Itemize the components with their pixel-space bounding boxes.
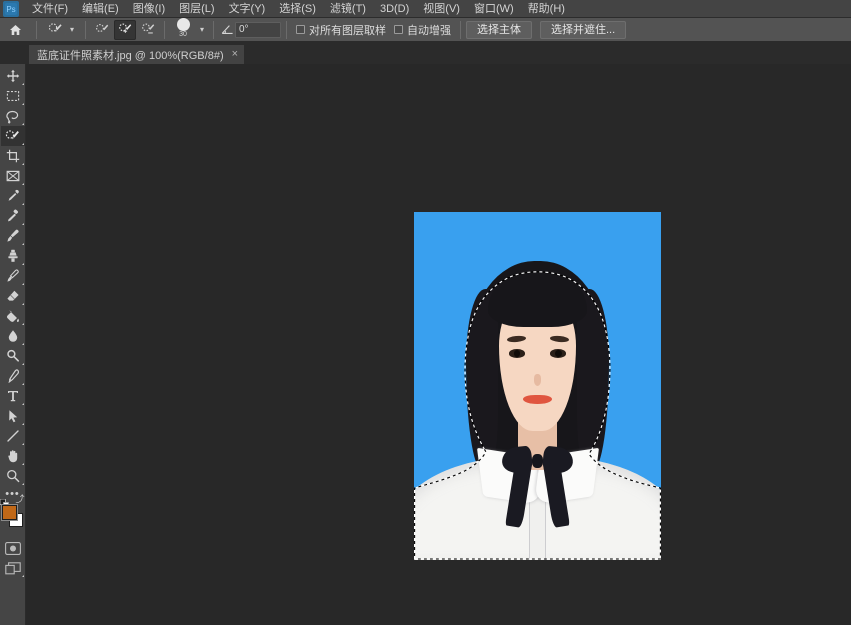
lasso-tool[interactable]	[1, 106, 25, 126]
horizontal-type-tool[interactable]	[1, 386, 25, 406]
menu-select[interactable]: 选择(S)	[272, 0, 323, 18]
menu-filter[interactable]: 滤镜(T)	[323, 0, 373, 18]
options-separator-5	[286, 20, 287, 39]
swap-colors-icon[interactable]: ⤴	[15, 495, 24, 504]
color-swatches: ⤴	[0, 495, 25, 530]
line-shape-tool[interactable]	[1, 426, 25, 446]
home-icon[interactable]	[2, 19, 28, 41]
menu-file[interactable]: 文件(F)	[25, 0, 75, 18]
select-subject-button[interactable]: 选择主体	[466, 20, 532, 39]
add-to-selection-mode-button[interactable]	[114, 19, 136, 40]
auto-enhance-label: 自动增强	[407, 24, 451, 37]
svg-text:Ps: Ps	[6, 5, 15, 14]
angle-icon	[219, 20, 235, 40]
screen-mode-button[interactable]	[1, 558, 25, 578]
document-image[interactable]	[414, 212, 661, 560]
menu-type[interactable]: 文字(Y)	[222, 0, 273, 18]
menu-help[interactable]: 帮助(H)	[521, 0, 572, 18]
options-bar: ▾ 30 ▾ 0° 对所有图层取样 自动增强 选择主体 选择并遮住...	[0, 17, 851, 42]
brush-size-value: 30	[179, 30, 187, 38]
clone-stamp-tool[interactable]	[1, 246, 25, 266]
eraser-tool[interactable]	[1, 286, 25, 306]
dodge-tool[interactable]	[1, 346, 25, 366]
options-separator-2	[85, 20, 86, 39]
menu-window[interactable]: 窗口(W)	[467, 0, 521, 18]
sample-all-layers-checkbox-row[interactable]: 对所有图层取样	[296, 22, 386, 38]
move-tool[interactable]	[1, 66, 25, 86]
brush-angle-input[interactable]: 0°	[235, 21, 281, 38]
quick-mask-mode-button[interactable]	[1, 538, 25, 558]
menu-layer[interactable]: 图层(L)	[172, 0, 221, 18]
brush-size-preview[interactable]: 30	[170, 17, 196, 42]
menu-edit[interactable]: 编辑(E)	[75, 0, 126, 18]
options-separator-3	[164, 20, 165, 39]
frame-tool[interactable]	[1, 166, 25, 186]
menu-image[interactable]: 图像(I)	[126, 0, 172, 18]
document-tab[interactable]: 蓝底证件照素材.jpg @ 100%(RGB/8#) ×	[28, 44, 246, 64]
pen-tool[interactable]	[1, 366, 25, 386]
auto-enhance-checkbox-row[interactable]: 自动增强	[394, 22, 451, 38]
tool-submenu-marker	[21, 83, 24, 85]
menu-view[interactable]: 视图(V)	[416, 0, 467, 18]
subject-pupil-right	[555, 350, 562, 358]
bow-tail-right	[543, 461, 571, 528]
sample-all-layers-label: 对所有图层取样	[309, 24, 386, 37]
document-tab-bar: 蓝底证件照素材.jpg @ 100%(RGB/8#) ×	[0, 42, 851, 64]
bow-knot	[531, 453, 544, 468]
canvas-area[interactable]	[26, 64, 851, 625]
options-separator-4	[213, 20, 214, 39]
tool-preset-chevron-down-icon[interactable]: ▾	[66, 20, 78, 40]
close-icon[interactable]: ×	[232, 49, 238, 60]
menu-3d[interactable]: 3D(D)	[373, 0, 416, 18]
quick-selection-tool[interactable]	[0, 126, 25, 146]
history-brush-tool[interactable]	[1, 266, 25, 286]
path-selection-tool[interactable]	[1, 406, 25, 426]
crop-tool[interactable]	[1, 146, 25, 166]
rectangular-marquee-tool[interactable]	[1, 86, 25, 106]
options-separator-1	[36, 20, 37, 39]
selection-mode-group	[91, 19, 159, 40]
subject-eye-right	[550, 349, 567, 358]
spot-healing-brush-tool[interactable]	[1, 206, 25, 226]
photoshop-window: Ps 文件(F) 编辑(E) 图像(I) 图层(L) 文字(Y) 选择(S) 滤…	[0, 0, 851, 625]
gradient-tool[interactable]	[1, 306, 25, 326]
brush-tip-circle-icon	[176, 17, 190, 31]
eyedropper-tool[interactable]	[1, 186, 25, 206]
brush-picker-chevron-down-icon[interactable]: ▾	[196, 20, 208, 40]
tools-panel: ••• ⤴	[0, 64, 26, 625]
subject-eye-left	[508, 349, 525, 358]
quick-selection-tool-icon[interactable]	[44, 20, 66, 40]
hand-tool[interactable]	[1, 446, 25, 466]
document-tab-title: 蓝底证件照素材.jpg @ 100%(RGB/8#)	[37, 49, 224, 62]
zoom-tool[interactable]	[1, 466, 25, 486]
brush-tool[interactable]	[1, 226, 25, 246]
new-selection-mode-button[interactable]	[91, 20, 113, 40]
auto-enhance-checkbox[interactable]	[394, 25, 403, 34]
sample-all-layers-checkbox[interactable]	[296, 25, 305, 34]
foreground-color-swatch[interactable]	[1, 505, 17, 520]
menu-bar: Ps 文件(F) 编辑(E) 图像(I) 图层(L) 文字(Y) 选择(S) 滤…	[0, 0, 851, 18]
options-separator-6	[460, 20, 461, 39]
blur-tool[interactable]	[1, 326, 25, 346]
select-and-mask-button[interactable]: 选择并遮住...	[540, 20, 627, 39]
subtract-from-selection-mode-button[interactable]	[137, 20, 159, 40]
workspace-body: ••• ⤴	[0, 64, 851, 625]
subject-pupil-left	[513, 350, 521, 358]
active-tool-preset-picker[interactable]: ▾	[42, 19, 80, 41]
subject-bow-tie	[488, 442, 587, 529]
photoshop-app-icon[interactable]: Ps	[3, 0, 19, 17]
